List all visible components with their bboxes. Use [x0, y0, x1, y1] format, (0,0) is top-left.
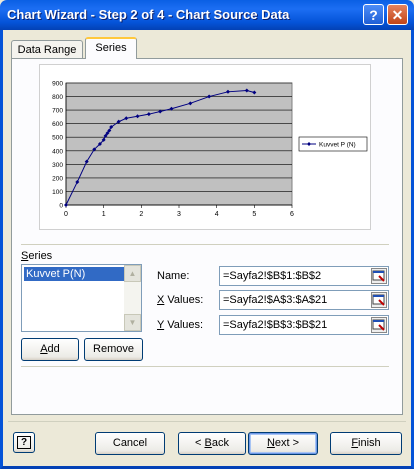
back-label-rest: ack [211, 437, 229, 449]
x-values-input[interactable] [220, 291, 373, 309]
y-values-label-rest: Values: [164, 319, 204, 331]
scroll-down-arrow-icon[interactable]: ▼ [124, 314, 141, 331]
finish-label-rest: inish [358, 437, 381, 449]
back-label-pre: < [195, 437, 205, 449]
y-tick-label: 700 [52, 108, 63, 115]
x-values-label-rest: Values: [164, 294, 204, 306]
x-tick-label: 1 [102, 211, 106, 218]
y-tick-label: 100 [52, 189, 63, 196]
collapse-dialog-icon[interactable] [371, 317, 387, 333]
title-close-button[interactable]: ✕ [387, 4, 408, 25]
tab-data-range[interactable]: Data Range [11, 40, 83, 59]
next-button[interactable]: Next > [248, 432, 318, 455]
x-tick-label: 4 [215, 211, 219, 218]
series-list-item[interactable]: Kuvvet P(N) [24, 267, 124, 281]
back-mnemonic: B [204, 437, 212, 449]
y-tick-label: 500 [52, 135, 63, 142]
window-title: Chart Wizard - Step 2 of 4 - Chart Sourc… [7, 7, 290, 22]
x-tick-label: 3 [177, 211, 181, 218]
y-tick-label: 200 [52, 175, 63, 182]
cancel-button[interactable]: Cancel [95, 432, 165, 455]
y-tick-label: 800 [52, 94, 63, 101]
y-tick-label: 600 [52, 121, 63, 128]
title-help-button[interactable]: ? [363, 4, 384, 25]
panel-separator [21, 366, 389, 367]
y-tick-label: 400 [52, 148, 63, 155]
title-bar[interactable]: Chart Wizard - Step 2 of 4 - Chart Sourc… [0, 0, 414, 30]
legend-label: Kuvvet P (N) [319, 142, 356, 149]
remove-series-button[interactable]: Remove [84, 338, 143, 361]
chart-preview: 0 100 200 300 400 500 600 700 800 900 0 1 2 3 4 5 6 Kuvve… [39, 64, 371, 230]
add-series-button[interactable]: Add [21, 338, 79, 361]
x-tick-label: 6 [290, 211, 294, 218]
tab-series[interactable]: Series [85, 37, 137, 59]
next-label-rest: ext > [274, 437, 300, 449]
add-mnemonic: A [40, 343, 48, 355]
x-tick-label: 5 [252, 211, 256, 218]
y-tick-label: 900 [52, 81, 63, 88]
y-values-field[interactable] [219, 315, 389, 335]
x-tick-label: 2 [139, 211, 143, 218]
y-values-label: Y Values: [157, 319, 203, 331]
name-field[interactable] [219, 266, 389, 286]
add-label-rest: dd [47, 343, 60, 355]
question-mark-icon: ? [369, 7, 378, 23]
help-glyph: ? [16, 436, 32, 449]
collapse-dialog-icon[interactable] [371, 292, 387, 308]
collapse-dialog-icon[interactable] [371, 268, 387, 284]
series-label-rest: eries [28, 250, 53, 262]
next-mnemonic: N [266, 437, 275, 449]
footer-separator [8, 421, 406, 422]
close-icon: ✕ [391, 7, 404, 23]
name-field-label: Name: [157, 270, 190, 282]
finish-button[interactable]: Finish [330, 432, 402, 455]
x-values-field[interactable] [219, 290, 389, 310]
chart-svg: 0 100 200 300 400 500 600 700 800 900 0 1 2 3 4 5 6 Kuvve… [52, 81, 368, 218]
y-values-input[interactable] [220, 316, 373, 334]
x-tick-label: 0 [64, 211, 68, 218]
series-list-scrollbar[interactable]: ▲ ▼ [124, 265, 141, 331]
name-input[interactable] [220, 267, 373, 285]
y-tick-label: 300 [52, 162, 63, 169]
y-tick-label: 0 [59, 203, 63, 210]
back-button[interactable]: < Back [178, 432, 246, 455]
scroll-up-arrow-icon[interactable]: ▲ [124, 265, 141, 282]
chart-separator [21, 244, 389, 245]
help-question-icon[interactable]: ? [13, 432, 35, 453]
series-listbox[interactable]: Kuvvet P(N) ▲ ▼ [21, 264, 142, 332]
x-values-label: X Values: [157, 294, 203, 306]
series-group-label: Series [21, 250, 52, 262]
